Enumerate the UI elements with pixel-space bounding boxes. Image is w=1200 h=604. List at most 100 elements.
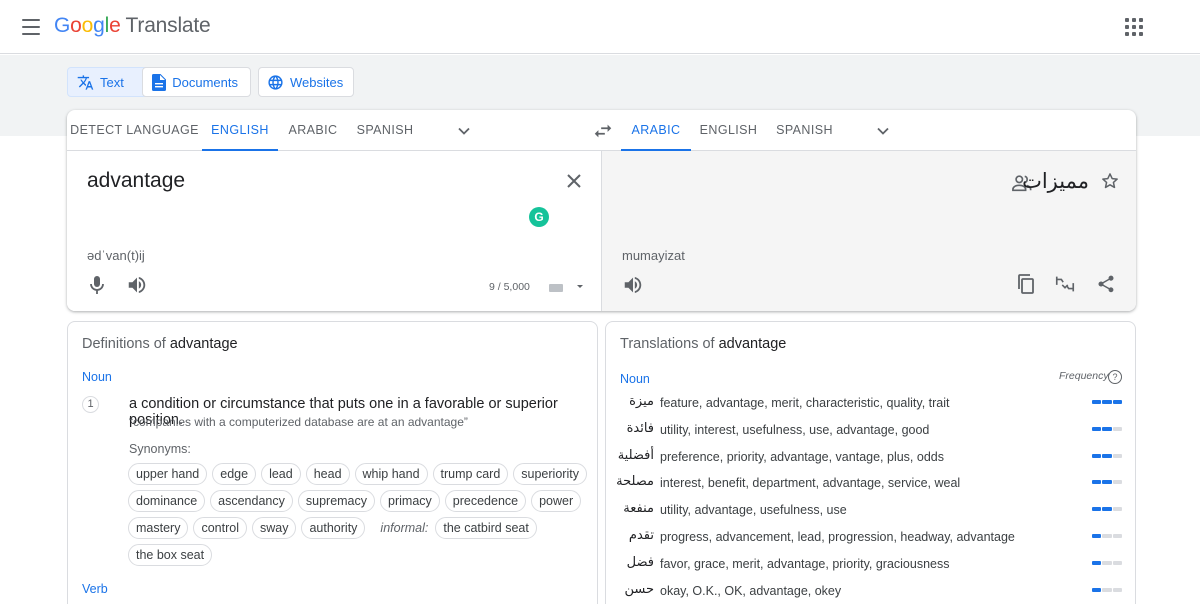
- frequency-bar: [1092, 534, 1122, 538]
- translations-pos-noun: Noun: [620, 372, 650, 386]
- synonym-chip[interactable]: precedence: [444, 490, 527, 512]
- arabic-term[interactable]: مصلحة: [616, 474, 654, 489]
- translation-row[interactable]: مصلحة interest, benefit, department, adva…: [616, 474, 1123, 494]
- tab-detect-language[interactable]: DETECT LANGUAGE: [67, 110, 202, 151]
- translations-card: Translations of advantage Noun Frequency…: [605, 321, 1136, 604]
- translate-card: DETECT LANGUAGE ENGLISH ARABIC SPANISH A…: [67, 110, 1136, 311]
- translation-row[interactable]: فائدة utility, interest, usefulness, use,…: [618, 421, 1123, 441]
- save-translation-star-icon[interactable]: [1100, 171, 1120, 191]
- english-back-translations: utility, advantage, usefulness, use: [660, 503, 847, 518]
- tab-target-english[interactable]: ENGLISH: [691, 110, 766, 151]
- translations-title: Translations of advantage: [620, 336, 787, 352]
- source-phonetic: ədˈvan(t)ij: [87, 248, 145, 263]
- english-back-translations: okay, O.K., OK, advantage, okey: [660, 583, 842, 598]
- target-more-languages-chevron-icon[interactable]: [874, 122, 892, 140]
- informal-label: informal:: [380, 521, 429, 535]
- source-text-input[interactable]: advantage: [87, 169, 185, 193]
- google-apps-icon[interactable]: [1122, 15, 1146, 39]
- translation-row[interactable]: فضل favor, grace, merit, advantage, prior…: [618, 555, 1123, 575]
- source-more-languages-chevron-icon[interactable]: [455, 122, 473, 140]
- source-listen-icon[interactable]: [126, 274, 148, 296]
- english-back-translations: interest, benefit, department, advantage…: [660, 476, 961, 491]
- frequency-bar: [1092, 480, 1122, 485]
- microphone-icon[interactable]: [87, 274, 107, 296]
- synonym-chip[interactable]: dominance: [128, 490, 206, 512]
- synonym-chip[interactable]: sway: [251, 517, 297, 539]
- language-tabs: DETECT LANGUAGE ENGLISH ARABIC SPANISH A…: [67, 110, 1136, 151]
- arabic-term[interactable]: منفعة: [618, 501, 654, 516]
- frequency-bar: [1092, 400, 1122, 404]
- tab-source-english[interactable]: ENGLISH: [202, 110, 278, 151]
- target-transliteration: mumayizat: [622, 248, 685, 263]
- grammarly-icon[interactable]: G: [529, 207, 549, 227]
- clear-source-icon[interactable]: [564, 171, 584, 191]
- frequency-label: Frequency: [1059, 370, 1109, 382]
- arabic-term[interactable]: ميزة: [618, 394, 654, 409]
- synonym-chips: upper hand edge lead head whip hand trum…: [128, 463, 598, 566]
- synonym-chip[interactable]: ascendancy: [210, 490, 293, 512]
- synonym-chip[interactable]: whip hand: [354, 463, 428, 485]
- rate-translation-icon[interactable]: [1054, 273, 1076, 295]
- synonym-chip[interactable]: upper hand: [128, 463, 208, 485]
- definitions-title: Definitions of advantage: [82, 336, 238, 352]
- google-translate-logo[interactable]: Google Translate: [54, 14, 211, 38]
- target-pane: مميزات mumayizat: [601, 151, 1136, 311]
- english-back-translations: preference, priority, advantage, vantage…: [660, 449, 944, 464]
- english-back-translations: favor, grace, merit, advantage, priority…: [660, 556, 950, 571]
- tab-source-spanish[interactable]: SPANISH: [348, 110, 422, 151]
- tab-target-spanish[interactable]: SPANISH: [766, 110, 843, 151]
- frequency-bar: [1092, 507, 1122, 512]
- frequency-bar: [1092, 560, 1122, 565]
- arabic-term[interactable]: فائدة: [618, 421, 654, 436]
- arabic-term[interactable]: تقدم: [618, 528, 654, 543]
- text-mode-button[interactable]: Text: [67, 67, 151, 97]
- share-translation-icon[interactable]: [1096, 274, 1116, 294]
- top-bar: Google Translate: [0, 0, 1200, 54]
- english-back-translations: feature, advantage, merit, characteristi…: [660, 396, 950, 410]
- help-icon[interactable]: ?: [1108, 370, 1122, 384]
- frequency-bar: [1092, 587, 1122, 592]
- target-listen-icon[interactable]: [622, 274, 644, 296]
- documents-mode-button[interactable]: Documents: [142, 67, 251, 97]
- source-pane[interactable]: advantage G ədˈvan(t)ij 9 / 5,000: [67, 151, 601, 311]
- synonym-chip[interactable]: head: [305, 463, 350, 485]
- synonym-chip[interactable]: edge: [212, 463, 257, 485]
- copy-translation-icon[interactable]: [1016, 273, 1036, 295]
- synonym-chip[interactable]: authority: [301, 517, 366, 539]
- synonym-chip[interactable]: the catbird seat: [435, 517, 537, 539]
- hamburger-menu-icon[interactable]: [18, 14, 44, 40]
- definitions-card: Definitions of advantage Noun 1 a condit…: [67, 321, 598, 604]
- translation-row[interactable]: ميزة feature, advantage, merit, character…: [618, 394, 1123, 414]
- synonym-chip[interactable]: control: [193, 517, 247, 539]
- arabic-term[interactable]: أفضلية: [618, 448, 654, 463]
- english-back-translations: progress, advancement, lead, progression…: [660, 530, 1015, 544]
- translation-row[interactable]: تقدم progress, advancement, lead, progres…: [618, 528, 1123, 548]
- definition-example: “companies with a computerized database …: [129, 415, 468, 429]
- arabic-term[interactable]: حسن: [618, 582, 654, 597]
- translation-row[interactable]: حسن okay, O.K., OK, advantage, okey: [618, 582, 1123, 602]
- translate-icon: [76, 73, 94, 91]
- pos-noun: Noun: [82, 370, 112, 384]
- swap-languages-icon[interactable]: [592, 120, 614, 142]
- websites-mode-button[interactable]: Websites: [258, 67, 354, 97]
- frequency-bar: [1092, 426, 1122, 431]
- synonym-chip[interactable]: lead: [261, 463, 301, 485]
- synonym-chip[interactable]: superiority: [513, 463, 587, 485]
- translation-row[interactable]: منفعة utility, advantage, usefulness, use: [618, 501, 1123, 521]
- synonym-chip[interactable]: primacy: [380, 490, 440, 512]
- pos-verb: Verb: [82, 582, 108, 596]
- synonym-chip[interactable]: mastery: [128, 517, 189, 539]
- synonym-chip[interactable]: trump card: [432, 463, 509, 485]
- synonym-chip[interactable]: power: [531, 490, 582, 512]
- keyboard-icon[interactable]: [547, 281, 587, 295]
- translation-row[interactable]: أفضلية preference, priority, advantage, v…: [618, 448, 1123, 468]
- synonym-chip[interactable]: the box seat: [128, 544, 213, 566]
- english-back-translations: utility, interest, usefulness, use, adva…: [660, 422, 930, 437]
- synonyms-label: Synonyms:: [129, 442, 191, 456]
- arabic-term[interactable]: فضل: [618, 555, 654, 570]
- frequency-bar: [1092, 453, 1122, 458]
- synonym-chip[interactable]: supremacy: [297, 490, 376, 512]
- tab-source-arabic[interactable]: ARABIC: [278, 110, 348, 151]
- character-counter: 9 / 5,000: [489, 281, 530, 293]
- tab-target-arabic[interactable]: ARABIC: [621, 110, 691, 151]
